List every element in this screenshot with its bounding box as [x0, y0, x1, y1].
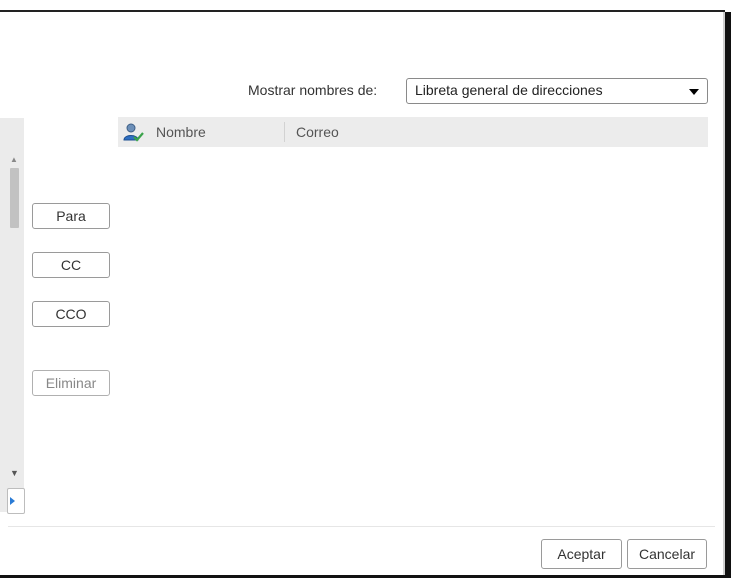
column-header-name[interactable]: Nombre — [156, 124, 206, 140]
dialog-shadow — [725, 12, 731, 578]
triangle-right-icon — [10, 497, 15, 505]
caret-down-icon — [689, 89, 699, 95]
scroll-down-arrow[interactable]: ▼ — [10, 468, 19, 478]
address-book-dialog: Mostrar nombres de: Libreta general de d… — [0, 0, 731, 578]
contacts-list[interactable] — [118, 147, 708, 507]
remove-button[interactable]: Eliminar — [32, 370, 110, 396]
dialog-top-border — [0, 10, 725, 12]
contact-person-check-icon[interactable] — [122, 122, 144, 144]
to-button[interactable]: Para — [32, 203, 110, 229]
footer-divider — [8, 526, 715, 527]
scroll-up-arrow[interactable]: ▲ — [10, 155, 18, 164]
ok-button[interactable]: Aceptar — [541, 539, 622, 569]
bcc-button[interactable]: CCO — [32, 301, 110, 327]
contacts-table-header: Nombre Correo — [118, 117, 708, 147]
cancel-button[interactable]: Cancelar — [627, 539, 707, 569]
cc-button[interactable]: CC — [32, 252, 110, 278]
scrollbar-thumb[interactable] — [10, 168, 19, 228]
column-header-email[interactable]: Correo — [296, 124, 339, 140]
expand-panel-button[interactable] — [7, 488, 25, 514]
column-divider[interactable] — [284, 122, 285, 142]
address-book-select-value: Libreta general de direcciones — [415, 82, 603, 98]
address-book-select[interactable]: Libreta general de direcciones — [406, 78, 708, 104]
show-names-label: Mostrar nombres de: — [248, 82, 378, 98]
